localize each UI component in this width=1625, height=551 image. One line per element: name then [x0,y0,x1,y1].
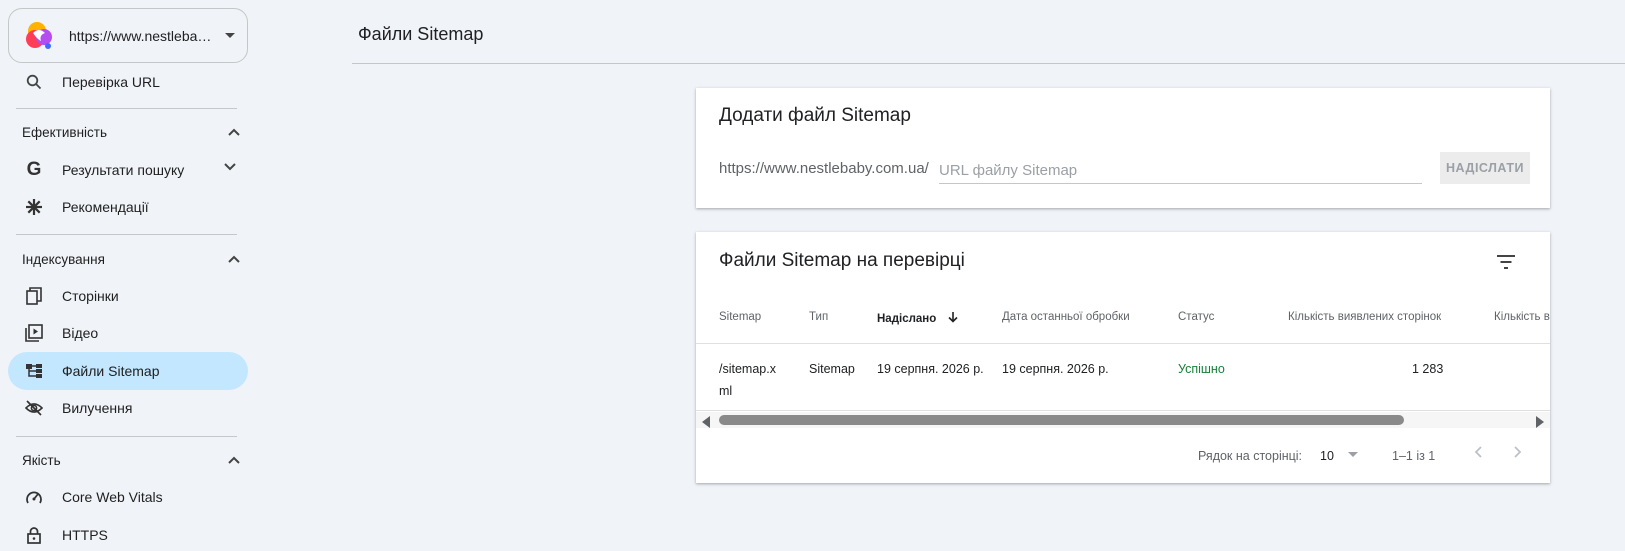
eye-off-icon [24,398,44,418]
scrollbar-thumb[interactable] [719,415,1404,425]
pages-icon [24,286,44,306]
sidebar-item-label: HTTPS [62,527,108,543]
sidebar-item-label: Файли Sitemap [62,363,160,379]
chevron-down-icon [224,163,236,171]
sitemap-url-input[interactable] [939,158,1422,184]
asterisk-icon [24,197,44,217]
sidebar-item-core-web-vitals[interactable]: Core Web Vitals [8,478,248,516]
chevron-left-icon [1474,446,1482,458]
sitemap-path-line1: /sitemap.x [719,362,776,376]
chevron-down-icon [225,33,235,38]
column-header-sitemap[interactable]: Sitemap [719,311,761,323]
table-cell-last-read: 19 серпня. 2026 р. [1002,362,1109,376]
sidebar-item-pages[interactable]: Сторінки [8,277,248,315]
sidebar-item-label: Вилучення [62,400,133,416]
sitemap-icon [24,361,44,381]
submit-button[interactable]: НАДІСЛАТИ [1440,152,1530,184]
property-selector[interactable]: https://www.nestlebaby.com.ua/ [8,8,248,63]
section-label: Індексування [22,251,105,267]
chevron-right-icon [1514,446,1522,458]
gauge-icon [24,487,44,507]
table-cell-submitted: 19 серпня. 2026 р. [877,362,984,376]
chevron-up-icon [228,128,240,136]
page-range: 1–1 із 1 [1392,449,1436,463]
sidebar-item-label: Рекомендації [62,199,149,215]
column-header-discovered-videos[interactable]: Кількість в [1494,311,1550,323]
title-divider [352,63,1625,64]
rows-per-page-select[interactable]: 10 [1320,449,1334,463]
google-g-icon: G [26,159,42,180]
sidebar-item-label: Перевірка URL [62,74,160,90]
column-header-discovered-pages[interactable]: Кількість виявлених сторінок [1288,311,1441,323]
submitted-sitemaps-card: Файли Sitemap на перевірці Sitemap Тип Н… [696,232,1550,483]
scroll-left-icon[interactable] [702,416,710,428]
column-header-submitted[interactable]: Надіслано [877,311,959,325]
chevron-up-icon [228,456,240,464]
arrow-down-icon [948,312,959,323]
chevron-down-icon[interactable] [1348,452,1358,457]
sidebar-item-label: Відео [62,325,99,341]
sidebar-item-label: Результати пошуку [62,162,185,178]
lock-icon [24,525,44,545]
table-row-sitemap[interactable]: /sitemap.x ml [719,358,776,402]
header-divider [696,343,1550,344]
chevron-up-icon [228,255,240,263]
filter-icon[interactable] [1494,250,1518,274]
sidebar-item-removals[interactable]: Вилучення [8,389,248,427]
next-page-button[interactable] [1508,442,1528,462]
table-cell-status: Успішно [1178,362,1225,376]
submitted-sitemaps-title: Файли Sitemap на перевірці [719,250,965,271]
sidebar-divider [16,436,237,437]
sidebar-item-sitemaps[interactable]: Файли Sitemap [8,352,248,390]
url-prefix: https://www.nestlebaby.com.ua/ [719,160,929,177]
column-header-label: Надіслано [877,313,937,325]
sidebar-item-https[interactable]: HTTPS [8,516,248,551]
page-title: Файли Sitemap [358,24,484,44]
sidebar-divider [16,108,237,109]
sidebar-item-recommendations[interactable]: Рекомендації [8,188,248,226]
section-label: Якість [22,452,61,468]
sidebar-item-video[interactable]: Відео [8,314,248,352]
search-icon [24,72,44,92]
sitemap-path-line2: ml [719,384,733,398]
column-header-last-read[interactable]: Дата останньої обробки [1002,311,1130,323]
add-sitemap-card: Додати файл Sitemap https://www.nestleba… [696,88,1550,208]
sidebar-item-label: Сторінки [62,288,119,304]
add-sitemap-title: Додати файл Sitemap [719,105,911,126]
column-header-type[interactable]: Тип [809,311,828,323]
sidebar-item-search-results[interactable]: G Результати пошуку [8,151,248,189]
rows-per-page-label: Рядок на сторінці: [1198,449,1303,463]
video-icon [24,323,44,343]
property-url: https://www.nestlebaby.com.ua/ [69,27,215,44]
sidebar-item-label: Core Web Vitals [62,489,163,505]
section-indexing[interactable]: Індексування [22,249,240,269]
section-quality[interactable]: Якість [22,450,240,470]
scroll-right-icon[interactable] [1536,416,1544,428]
prev-page-button[interactable] [1468,442,1488,462]
section-label: Ефективність [22,124,107,140]
sidebar: https://www.nestlebaby.com.ua/ Перевірка… [0,0,250,551]
table-cell-type: Sitemap [809,362,855,376]
section-performance[interactable]: Ефективність [22,122,240,142]
property-logo-icon [26,21,52,49]
table-cell-discovered-pages: 1 283 [1412,362,1444,376]
sidebar-divider [16,234,237,235]
column-header-status[interactable]: Статус [1178,311,1214,323]
row-divider [696,410,1550,411]
sidebar-item-url-inspection[interactable]: Перевірка URL [8,63,248,101]
